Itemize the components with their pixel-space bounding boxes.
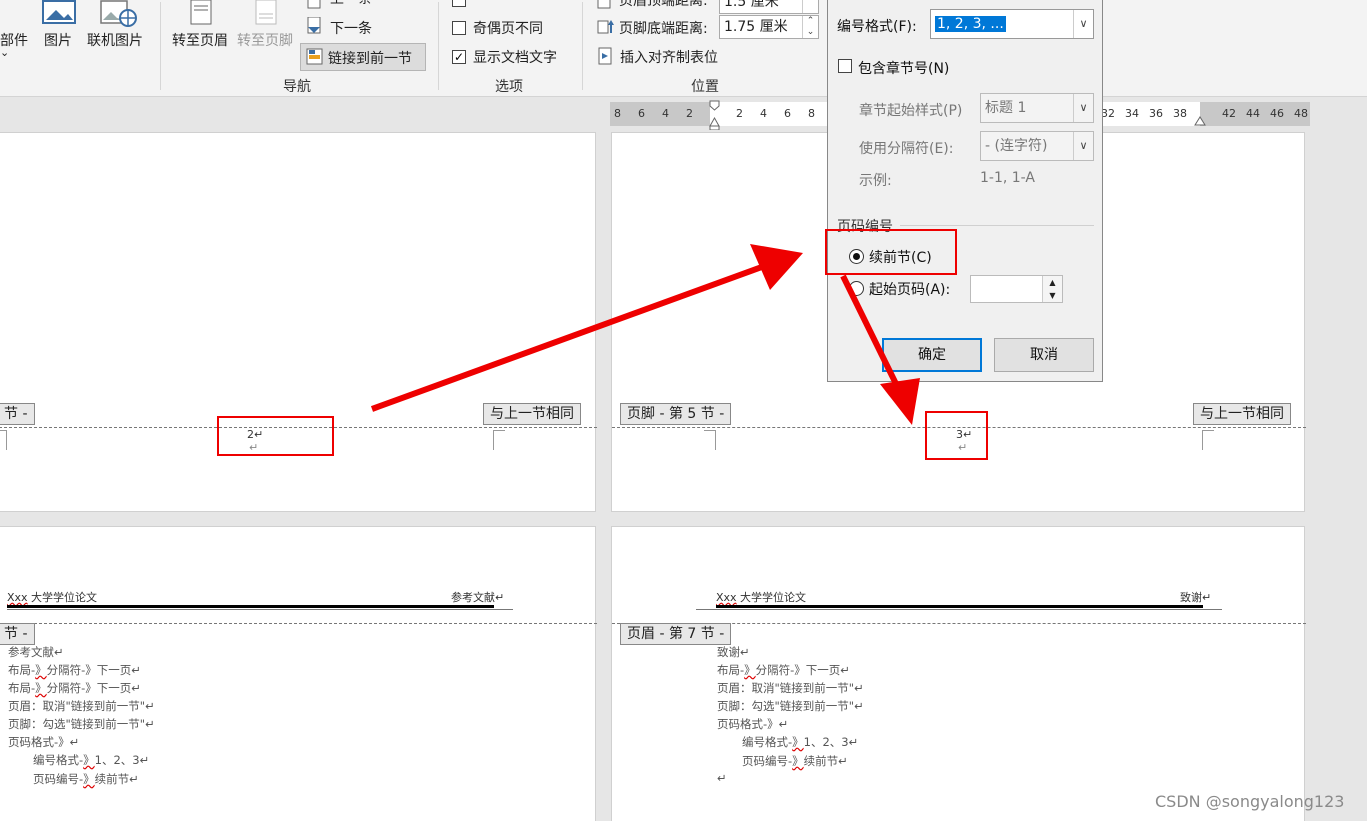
annotation-arrowhead [880, 378, 920, 425]
annotation-arrow-line [370, 261, 772, 412]
annotation-arrow-line [840, 274, 903, 394]
watermark: CSDN @songyalong123 [1155, 792, 1345, 811]
annotation-arrows [370, 244, 920, 425]
word-window: 部件 ⌄ 图片 联机图片 转至页眉 转至页脚 下一条 链接到前一节 导航 奇偶页… [0, 0, 1367, 821]
